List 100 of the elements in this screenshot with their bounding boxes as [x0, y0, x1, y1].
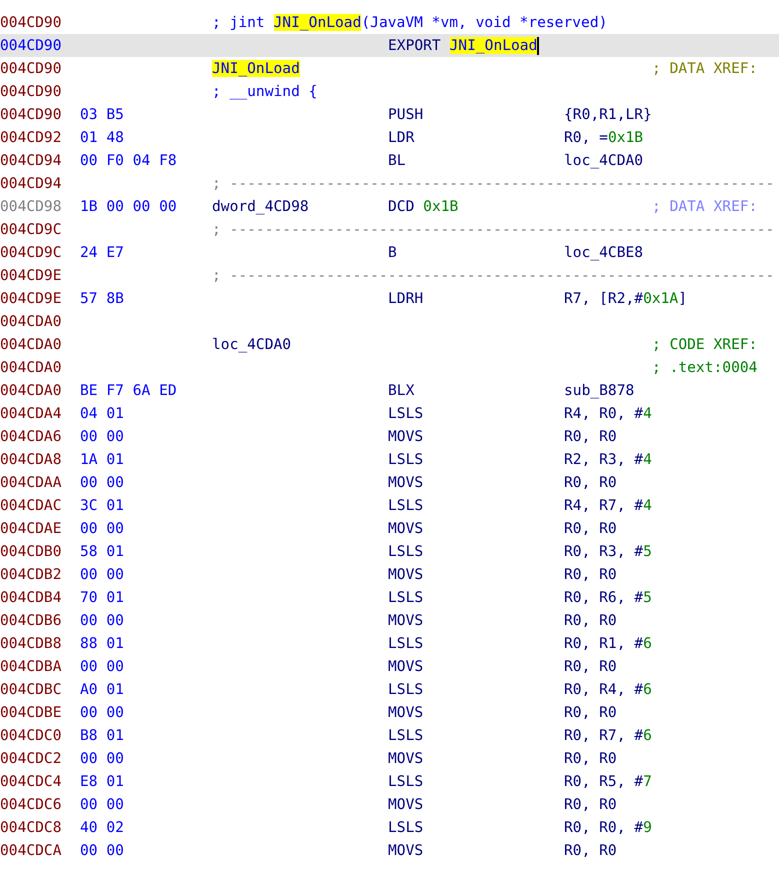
opcode-bytes: 88 01 [80, 635, 124, 652]
operand-text: R0, R0 [564, 658, 617, 675]
mnemonic-text: MOVS [388, 704, 424, 721]
address-text: 004CDAE [0, 520, 62, 537]
operand-text: loc_4CBE8 [564, 244, 644, 261]
address-text: 004CDC2 [0, 750, 62, 767]
address-text: 004CD9E [0, 267, 62, 284]
address-text: 004CDBA [0, 658, 62, 675]
address-text: 004CD90 [0, 14, 62, 31]
opcode-bytes: 00 00 [80, 520, 124, 537]
address-text: 004CDC4 [0, 773, 62, 790]
mnemonic-text: LSLS [388, 681, 424, 698]
operand-text: R0, R5, #7 [564, 773, 652, 790]
operand-text: R0, R0 [564, 842, 617, 859]
address-text: 004CDCA [0, 842, 62, 859]
operand-text: R0, R0 [564, 704, 617, 721]
mnemonic-text: B [388, 244, 397, 261]
mnemonic-text: EXPORT JNI_OnLoad [388, 37, 538, 54]
opcode-bytes: 24 E7 [80, 244, 124, 261]
mnemonic-text: LSLS [388, 819, 424, 836]
comment-text: ; DATA XREF: [652, 198, 758, 215]
address-text: 004CD98 [0, 198, 62, 215]
opcode-bytes: 01 48 [80, 129, 124, 146]
label-text[interactable]: dword_4CD98 [212, 198, 309, 215]
operand-text: R0, R0 [564, 750, 617, 767]
mnemonic-text: LSLS [388, 589, 424, 606]
operand-text: R0, R0 [564, 796, 617, 813]
address-text: 004CDA0 [0, 382, 62, 399]
address-text: 004CD94 [0, 175, 62, 192]
opcode-bytes: 00 00 [80, 474, 124, 491]
comment-text: ; CODE XREF: [652, 336, 758, 353]
mnemonic-text: MOVS [388, 566, 424, 583]
opcode-bytes: BE F7 6A ED [80, 382, 177, 399]
opcode-bytes: 00 00 [80, 428, 124, 445]
comment-text: ; .text:0004 [652, 359, 758, 376]
operand-text: loc_4CDA0 [564, 152, 644, 169]
address-text: 004CDA4 [0, 405, 62, 422]
address-text: 004CDBC [0, 681, 62, 698]
operand-text: R7, [R2,#0x1A] [564, 290, 688, 307]
address-text: 004CDA0 [0, 359, 62, 376]
address-text: 004CDA0 [0, 336, 62, 353]
opcode-bytes: 00 00 [80, 566, 124, 583]
text-cursor [537, 36, 540, 54]
operand-text: {R0,R1,LR} [564, 106, 652, 123]
mnemonic-text: MOVS [388, 612, 424, 629]
opcode-bytes: A0 01 [80, 681, 124, 698]
opcode-bytes: 04 01 [80, 405, 124, 422]
address-text: 004CDB8 [0, 635, 62, 652]
mnemonic-text: MOVS [388, 842, 424, 859]
address-text: 004CD90 [0, 60, 62, 77]
mnemonic-text: LSLS [388, 451, 424, 468]
separator-line: ; -------------------------------------------------------------- [212, 267, 774, 284]
operand-text: R2, R3, #4 [564, 451, 652, 468]
operand-text: sub_B878 [564, 382, 634, 399]
opcode-bytes: 00 00 [80, 704, 124, 721]
mnemonic-text: MOVS [388, 750, 424, 767]
mnemonic-text: MOVS [388, 520, 424, 537]
operand-text: R0, R6, #5 [564, 589, 652, 606]
address-text: 004CD90 [0, 83, 62, 100]
opcode-bytes: E8 01 [80, 773, 124, 790]
address-text: 004CD9C [0, 244, 62, 261]
opcode-bytes: 00 00 [80, 612, 124, 629]
address-text: 004CD9E [0, 290, 62, 307]
address-text: 004CDB2 [0, 566, 62, 583]
opcode-bytes: 00 00 [80, 796, 124, 813]
mnemonic-text: BLX [388, 382, 414, 399]
address-text: 004CDA6 [0, 428, 62, 445]
mnemonic-text: LSLS [388, 543, 424, 560]
address-text: 004CDBE [0, 704, 62, 721]
opcode-bytes: 00 00 [80, 750, 124, 767]
mnemonic-text: BL [388, 152, 406, 169]
mnemonic-text: LDR [388, 129, 414, 146]
operand-text: R0, R1, #6 [564, 635, 652, 652]
comment-text: ; DATA XREF: [652, 60, 758, 77]
mnemonic-text: LSLS [388, 727, 424, 744]
opcode-bytes: 40 02 [80, 819, 124, 836]
mnemonic-text: DCD 0x1B [388, 198, 458, 215]
opcode-bytes: 3C 01 [80, 497, 124, 514]
opcode-bytes: B8 01 [80, 727, 124, 744]
comment-text: ; jint JNI_OnLoad(JavaVM *vm, void *reserved) [212, 14, 608, 31]
label-text[interactable]: JNI_OnLoad [212, 60, 300, 77]
mnemonic-text: MOVS [388, 796, 424, 813]
address-text: 004CDA8 [0, 451, 62, 468]
mnemonic-text: MOVS [388, 658, 424, 675]
opcode-bytes: 1A 01 [80, 451, 124, 468]
address-text: 004CD94 [0, 152, 62, 169]
label-text[interactable]: loc_4CDA0 [212, 336, 292, 353]
operand-text: R0, R0, #9 [564, 819, 652, 836]
operand-text: R0, R0 [564, 612, 617, 629]
opcode-bytes: 58 01 [80, 543, 124, 560]
address-text: 004CDC8 [0, 819, 62, 836]
mnemonic-text: MOVS [388, 474, 424, 491]
separator-line: ; -------------------------------------------------------------- [212, 221, 774, 238]
address-text: 004CD90 [0, 37, 62, 54]
operand-text: R0, =0x1B [564, 129, 644, 146]
mnemonic-text: LSLS [388, 773, 424, 790]
operand-text: R0, R0 [564, 520, 617, 537]
mnemonic-text: LSLS [388, 405, 424, 422]
address-text: 004CD90 [0, 106, 62, 123]
address-text: 004CD92 [0, 129, 62, 146]
